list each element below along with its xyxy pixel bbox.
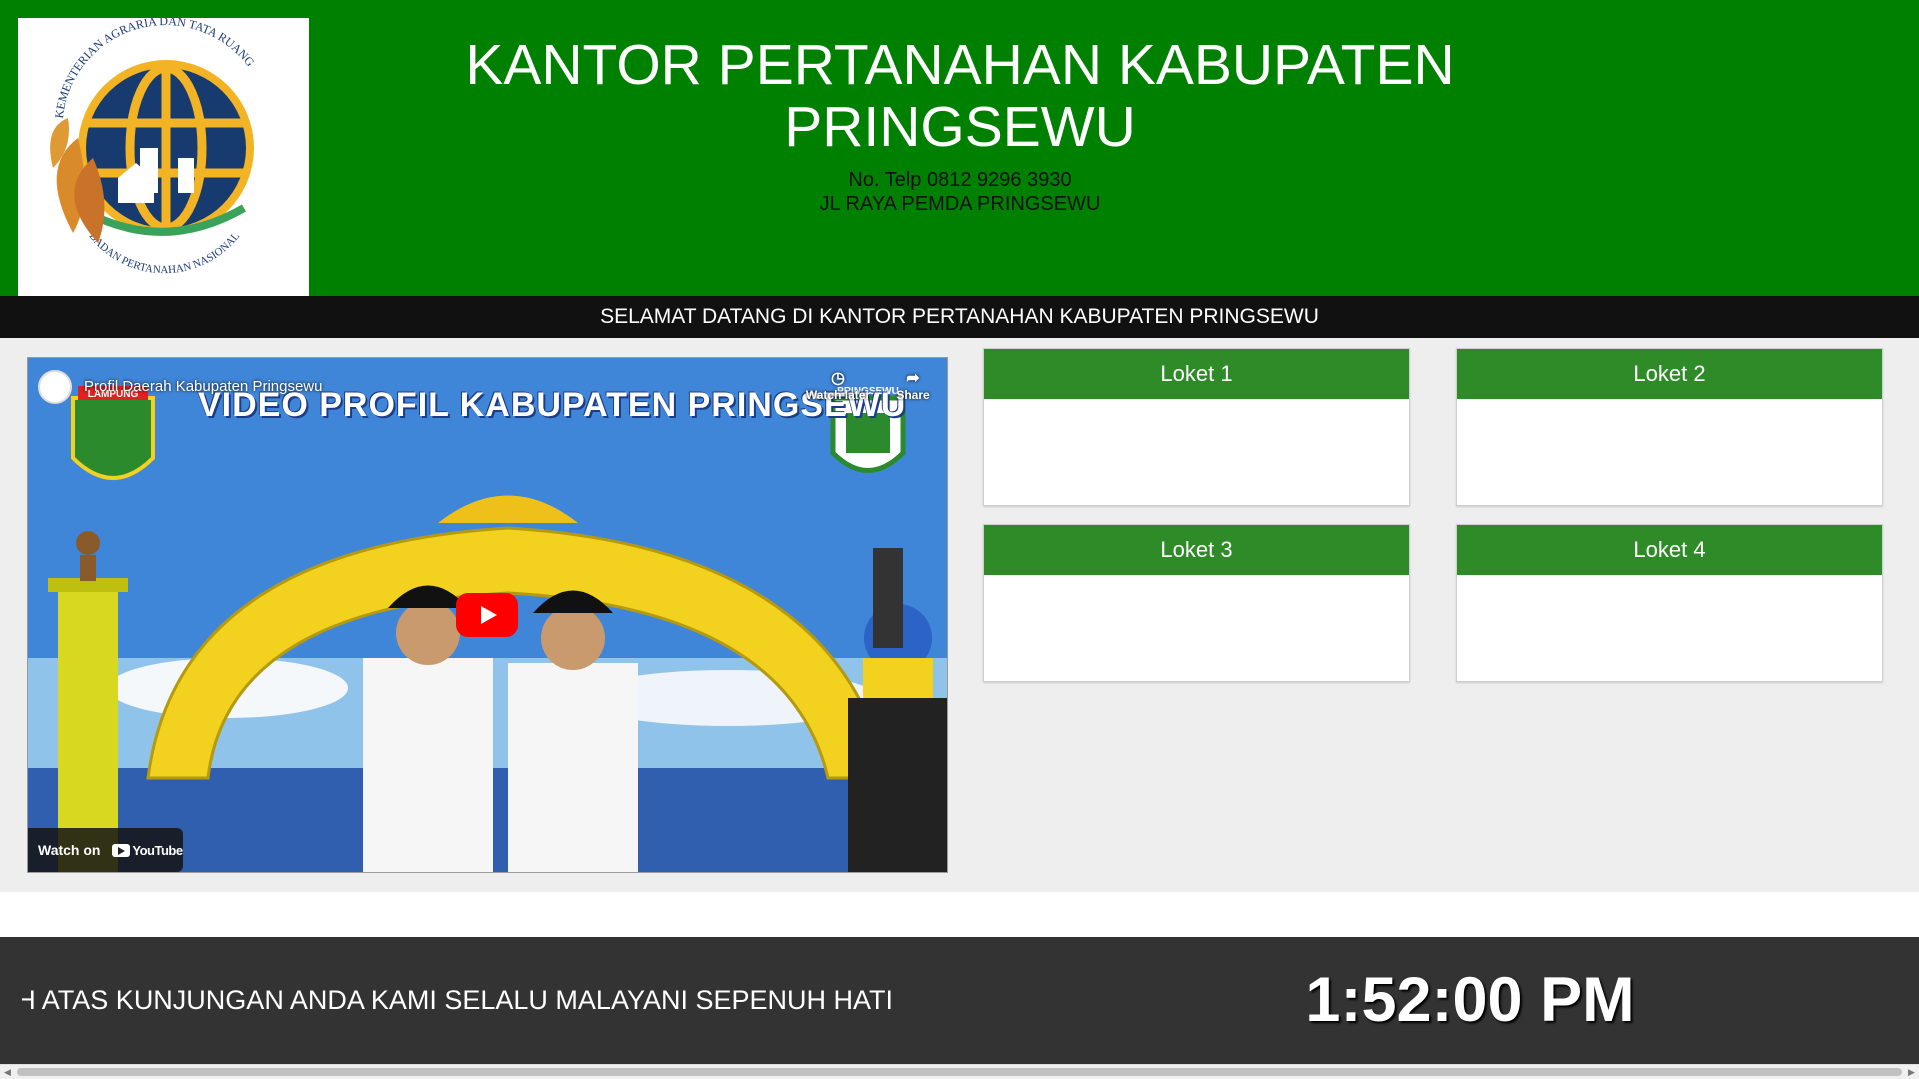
video-heading: VIDEO PROFIL KABUPATEN PRINGSEWU — [198, 386, 907, 424]
marquee: H ATAS KUNJUNGAN ANDA KAMI SELALU MALAYA… — [22, 937, 892, 1064]
play-button[interactable] — [456, 593, 518, 637]
marquee-text: H ATAS KUNJUNGAN ANDA KAMI SELALU MALAYA… — [22, 985, 892, 1015]
scroll-right-arrow-icon[interactable]: ▶ — [1904, 1065, 1919, 1079]
loket-card-4: Loket 4 — [1456, 524, 1883, 682]
loket-label: Loket 2 — [1457, 349, 1882, 399]
watch-on-youtube-button[interactable]: Watch on YouTube — [28, 828, 183, 872]
horizontal-scrollbar[interactable]: ◀ ▶ — [0, 1064, 1919, 1079]
lampung-crest-icon: LAMPUNG — [71, 386, 155, 480]
bpn-emblem-icon: KEMENTERIAN AGRARIA DAN TATA RUANG BADAN… — [50, 14, 258, 276]
loket-label: Loket 1 — [984, 349, 1409, 399]
scroll-thumb[interactable] — [17, 1068, 1902, 1076]
loket-card-3: Loket 3 — [983, 524, 1410, 682]
svg-text:BADAN PERTANAHAN NASIONAL: BADAN PERTANAHAN NASIONAL — [87, 230, 243, 276]
loket-card-1: Loket 1 — [983, 348, 1410, 506]
loket-label: Loket 3 — [984, 525, 1409, 575]
loket-card-2: Loket 2 — [1456, 348, 1883, 506]
spacer-band — [0, 892, 1919, 937]
share-label: Share — [896, 388, 930, 402]
share-button[interactable]: ➦ Share — [883, 370, 943, 402]
clock-icon: ◷ — [831, 370, 845, 387]
office-address: JL RAYA PEMDA PRINGSEWU — [819, 193, 1101, 215]
footer-bar: H ATAS KUNJUNGAN ANDA KAMI SELALU MALAYA… — [0, 937, 1919, 1064]
office-phone: No. Telp 0812 9296 3930 — [848, 169, 1072, 191]
bpn-logo: KEMENTERIAN AGRARIA DAN TATA RUANG BADAN… — [18, 14, 309, 296]
youtube-embed[interactable]: LAMPUNG PRINGSEWU Profil Daerah Kabupate… — [27, 357, 948, 873]
header: KEMENTERIAN AGRARIA DAN TATA RUANG BADAN… — [0, 0, 1919, 296]
loket-label: Loket 4 — [1457, 525, 1882, 575]
share-arrow-icon: ➦ — [906, 370, 920, 387]
clock: 1:52:00 PM — [1305, 965, 1635, 1035]
channel-avatar[interactable] — [38, 370, 72, 404]
welcome-text: SELAMAT DATANG DI KANTOR PERTANAHAN KABU… — [600, 305, 1319, 328]
youtube-logo-icon: YouTube — [112, 829, 183, 872]
office-title: KANTOR PERTANAHAN KABUPATEN PRINGSEWU — [465, 33, 1455, 159]
watch-later-label: Watch later — [805, 388, 871, 402]
welcome-bar: SELAMAT DATANG DI KANTOR PERTANAHAN KABU… — [0, 296, 1919, 338]
watch-on-label: Watch on — [38, 842, 101, 858]
watch-later-button[interactable]: ◷ Watch later — [803, 370, 873, 402]
scroll-left-arrow-icon[interactable]: ◀ — [0, 1065, 15, 1079]
